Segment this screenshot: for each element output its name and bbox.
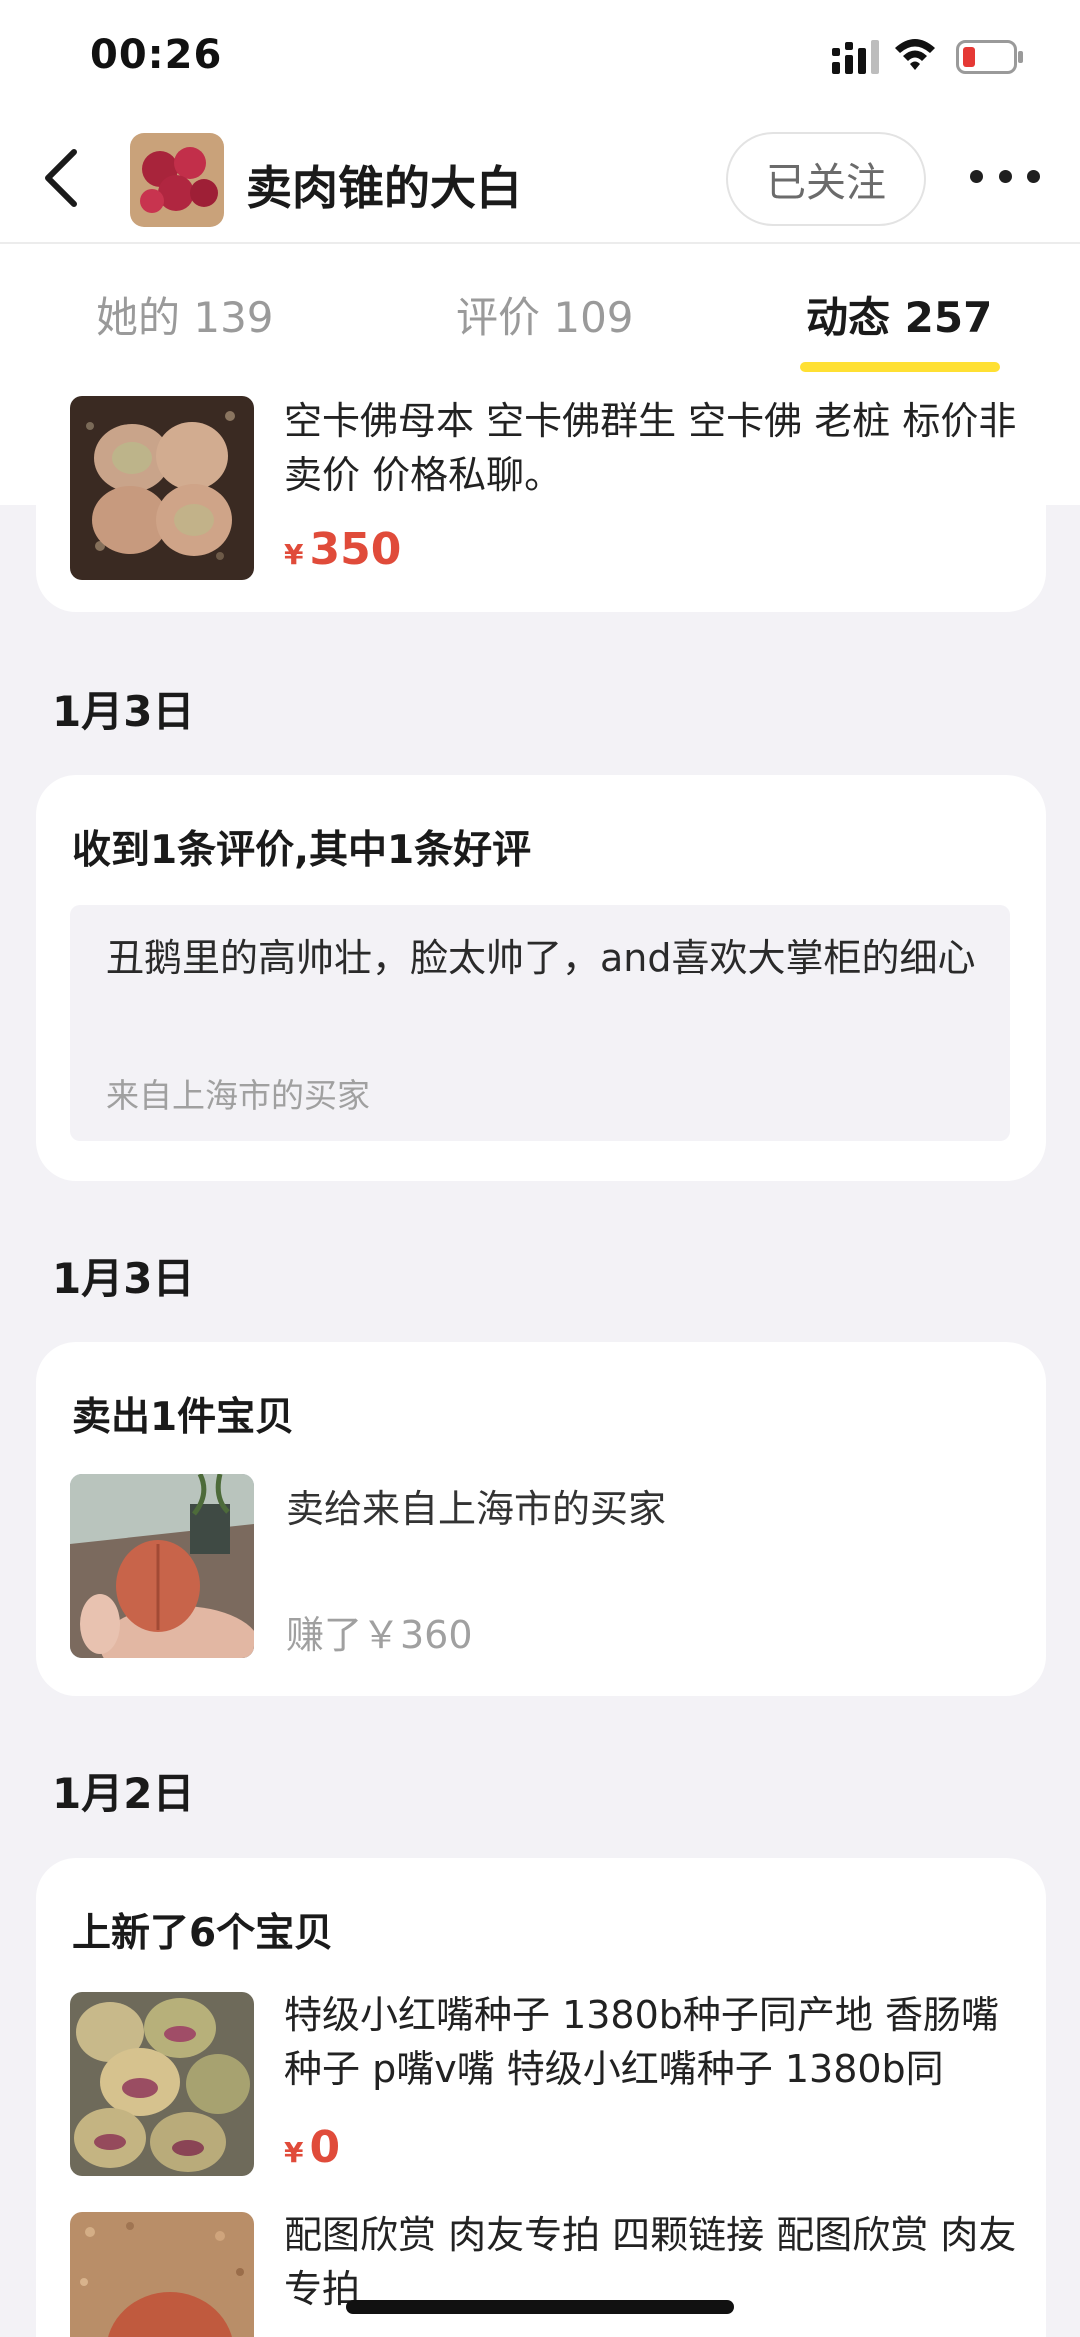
feed-item-card[interactable]: 空卡佛母本 空卡佛群生 空卡佛 老桩 标价非卖价 价格私聊。 ¥350 — [36, 374, 1046, 612]
review-event-card[interactable]: 收到1条评价,其中1条好评 丑鹅里的高帅壮，脸太帅了，and喜欢大掌柜的细心 来… — [36, 775, 1046, 1181]
home-indicator — [346, 2300, 734, 2314]
date-label: 1月3日 — [52, 1254, 195, 1303]
new-items-event-card[interactable]: 上新了6个宝贝 特级小红嘴种子 1380b种子同产地 香肠嘴种子 p嘴v嘴 特级… — [36, 1858, 1046, 2337]
price-value: 0 — [309, 2122, 341, 2173]
signal-icon — [832, 40, 879, 74]
product-price: ¥0 — [284, 2122, 340, 2173]
tab-reviews[interactable]: 评价 109 — [456, 284, 634, 345]
tab-bar: 她的 139 评价 109 动态 257 — [0, 244, 1080, 374]
follow-button[interactable]: 已关注 — [726, 132, 926, 226]
review-source: 来自上海市的买家 — [106, 1076, 370, 1115]
earned-amount: 赚了￥360 — [286, 1613, 473, 1657]
date-label: 1月3日 — [52, 687, 195, 736]
wifi-icon — [895, 39, 935, 70]
review-box[interactable]: 丑鹅里的高帅壮，脸太帅了，and喜欢大掌柜的细心 来自上海市的买家 — [70, 905, 1010, 1141]
buyer-info: 卖给来自上海市的买家 — [286, 1487, 667, 1531]
active-tab-indicator — [800, 362, 1000, 372]
more-icon[interactable] — [970, 156, 1040, 196]
product-title: 空卡佛母本 空卡佛群生 空卡佛 老桩 标价非卖价 价格私聊。 — [284, 399, 1017, 497]
card-heading: 上新了6个宝贝 — [72, 1911, 334, 1956]
back-arrow-icon[interactable] — [40, 146, 88, 210]
product-price: ¥350 — [284, 524, 401, 575]
sold-event-card[interactable]: 卖出1件宝贝 卖给来自上海市的买家 赚了￥360 — [36, 1342, 1046, 1696]
product-thumbnail[interactable] — [70, 2212, 254, 2337]
tab-activity[interactable]: 动态 257 — [806, 284, 992, 345]
status-time: 00:26 — [90, 32, 223, 78]
card-heading: 收到1条评价,其中1条好评 — [72, 828, 532, 873]
avatar[interactable] — [130, 133, 224, 227]
review-text: 丑鹅里的高帅壮，脸太帅了，and喜欢大掌柜的细心 — [106, 936, 976, 980]
card-heading: 卖出1件宝贝 — [72, 1395, 295, 1440]
status-bar: 00:26 — [0, 0, 1080, 118]
product-thumbnail[interactable] — [70, 1992, 254, 2176]
battery-icon — [956, 40, 1023, 74]
price-value: 350 — [309, 524, 402, 575]
product-thumbnail[interactable] — [70, 1474, 254, 1658]
product-thumbnail[interactable] — [70, 396, 254, 580]
tab-hers[interactable]: 她的 139 — [96, 284, 274, 345]
date-label: 1月2日 — [52, 1769, 195, 1818]
currency-symbol: ¥ — [284, 2136, 304, 2169]
currency-symbol: ¥ — [284, 538, 304, 571]
shop-header: 卖肉锥的大白 已关注 — [0, 118, 1080, 242]
product-title: 特级小红嘴种子 1380b种子同产地 香肠嘴种子 p嘴v嘴 特级小红嘴种子 13… — [284, 1993, 999, 2091]
shop-name[interactable]: 卖肉锥的大白 — [246, 152, 522, 218]
